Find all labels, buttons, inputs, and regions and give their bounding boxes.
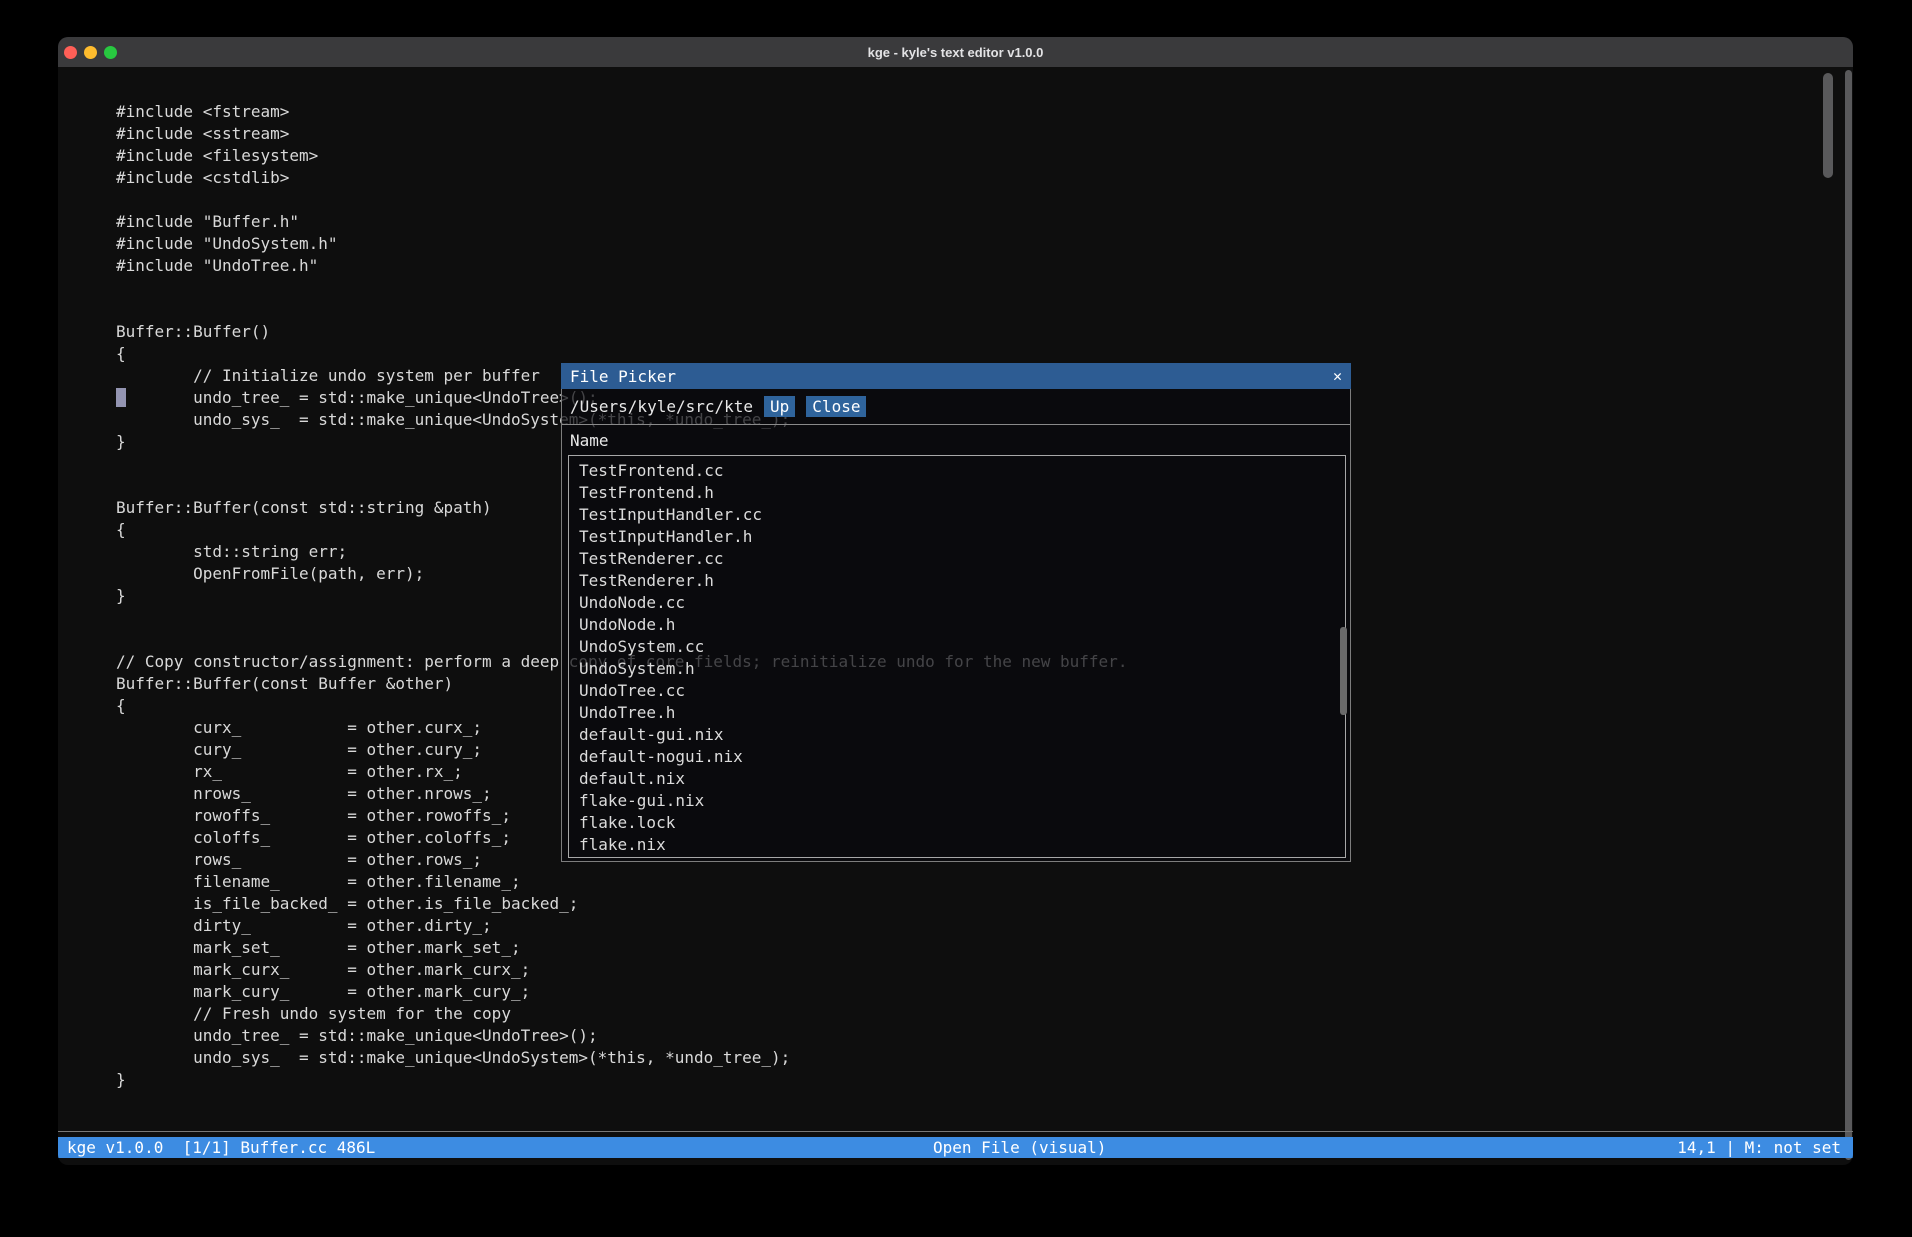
status-left: kge v1.0.0 [1/1] Buffer.cc 486L: [67, 1137, 375, 1158]
code-line: #include <sstream>: [116, 123, 1127, 145]
status-cursor-position: 14,1 | M: not set: [1677, 1137, 1841, 1158]
code-line: [116, 189, 1127, 211]
code-line: [116, 1091, 1127, 1113]
file-item[interactable]: UndoSystem.cc: [569, 636, 1345, 658]
file-item[interactable]: flake.lock: [569, 812, 1345, 834]
close-icon[interactable]: ✕: [1333, 367, 1342, 385]
editor-scrollbar-thumb[interactable]: [1823, 73, 1833, 178]
code-line: mark_cury_ = other.mark_cury_;: [116, 981, 1127, 1003]
code-line: is_file_backed_ = other.is_file_backed_;: [116, 893, 1127, 915]
code-line: #include <fstream>: [116, 101, 1127, 123]
window-edge-scroll-rail[interactable]: [1845, 70, 1852, 1160]
file-item[interactable]: TestInputHandler.cc: [569, 504, 1345, 526]
code-line: undo_sys_ = std::make_unique<UndoSystem>…: [116, 1047, 1127, 1069]
code-line: [116, 299, 1127, 321]
code-line: mark_curx_ = other.mark_curx_;: [116, 959, 1127, 981]
code-line: #include <filesystem>: [116, 145, 1127, 167]
code-line: undo_tree_ = std::make_unique<UndoTree>(…: [116, 1025, 1127, 1047]
file-item[interactable]: UndoNode.h: [569, 614, 1345, 636]
file-picker-path-row: /Users/kyle/src/kte Up Close: [562, 389, 1350, 424]
file-picker-dialog: File Picker ✕ /Users/kyle/src/kte Up Clo…: [561, 363, 1351, 862]
file-item[interactable]: flake-gui.nix: [569, 790, 1345, 812]
file-item[interactable]: UndoTree.cc: [569, 680, 1345, 702]
minimize-traffic-light-icon[interactable]: [84, 46, 97, 59]
name-column-header: Name: [570, 431, 609, 450]
file-item[interactable]: default-gui.nix: [569, 724, 1345, 746]
code-line: }: [116, 1069, 1127, 1091]
statusbar-divider: [58, 1131, 1853, 1132]
file-item[interactable]: UndoTree.h: [569, 702, 1345, 724]
file-picker-titlebar[interactable]: File Picker ✕: [561, 363, 1351, 389]
file-item[interactable]: TestRenderer.cc: [569, 548, 1345, 570]
code-line: {: [116, 343, 1127, 365]
code-line: #include "UndoTree.h": [116, 255, 1127, 277]
file-item[interactable]: UndoSystem.h: [569, 658, 1345, 680]
status-mode: Open File (visual): [933, 1137, 1106, 1158]
close-button[interactable]: Close: [806, 396, 866, 417]
code-line: Buffer::Buffer(): [116, 321, 1127, 343]
file-item[interactable]: TestFrontend.cc: [569, 460, 1345, 482]
code-line: mark_set_ = other.mark_set_;: [116, 937, 1127, 959]
close-traffic-light-icon[interactable]: [64, 46, 77, 59]
code-line: [116, 277, 1127, 299]
window-title: kge - kyle's text editor v1.0.0: [868, 45, 1044, 60]
file-item[interactable]: default.nix: [569, 768, 1345, 790]
code-line: #include "Buffer.h": [116, 211, 1127, 233]
file-item[interactable]: TestFrontend.h: [569, 482, 1345, 504]
file-list-header: Name: [562, 424, 1350, 455]
up-button[interactable]: Up: [764, 396, 795, 417]
file-picker-title: File Picker: [570, 367, 676, 386]
status-bar: kge v1.0.0 [1/1] Buffer.cc 486L Open Fil…: [58, 1137, 1853, 1158]
code-line: filename_ = other.filename_;: [116, 871, 1127, 893]
code-line: // Fresh undo system for the copy: [116, 1003, 1127, 1025]
file-list[interactable]: TestFrontend.ccTestFrontend.hTestInputHa…: [568, 455, 1346, 858]
file-item[interactable]: flake.nix: [569, 834, 1345, 856]
code-line: dirty_ = other.dirty_;: [116, 915, 1127, 937]
file-item[interactable]: default-nogui.nix: [569, 746, 1345, 768]
window-titlebar[interactable]: kge - kyle's text editor v1.0.0: [58, 37, 1853, 67]
desktop: kge - kyle's text editor v1.0.0 #include…: [0, 0, 1912, 1237]
file-list-scrollbar-thumb[interactable]: [1340, 627, 1347, 715]
zoom-traffic-light-icon[interactable]: [104, 46, 117, 59]
file-item[interactable]: UndoNode.cc: [569, 592, 1345, 614]
code-line: #include <cstdlib>: [116, 167, 1127, 189]
file-item[interactable]: TestRenderer.h: [569, 570, 1345, 592]
code-line: #include "UndoSystem.h": [116, 233, 1127, 255]
current-path: /Users/kyle/src/kte: [570, 397, 753, 416]
file-item[interactable]: TestInputHandler.h: [569, 526, 1345, 548]
